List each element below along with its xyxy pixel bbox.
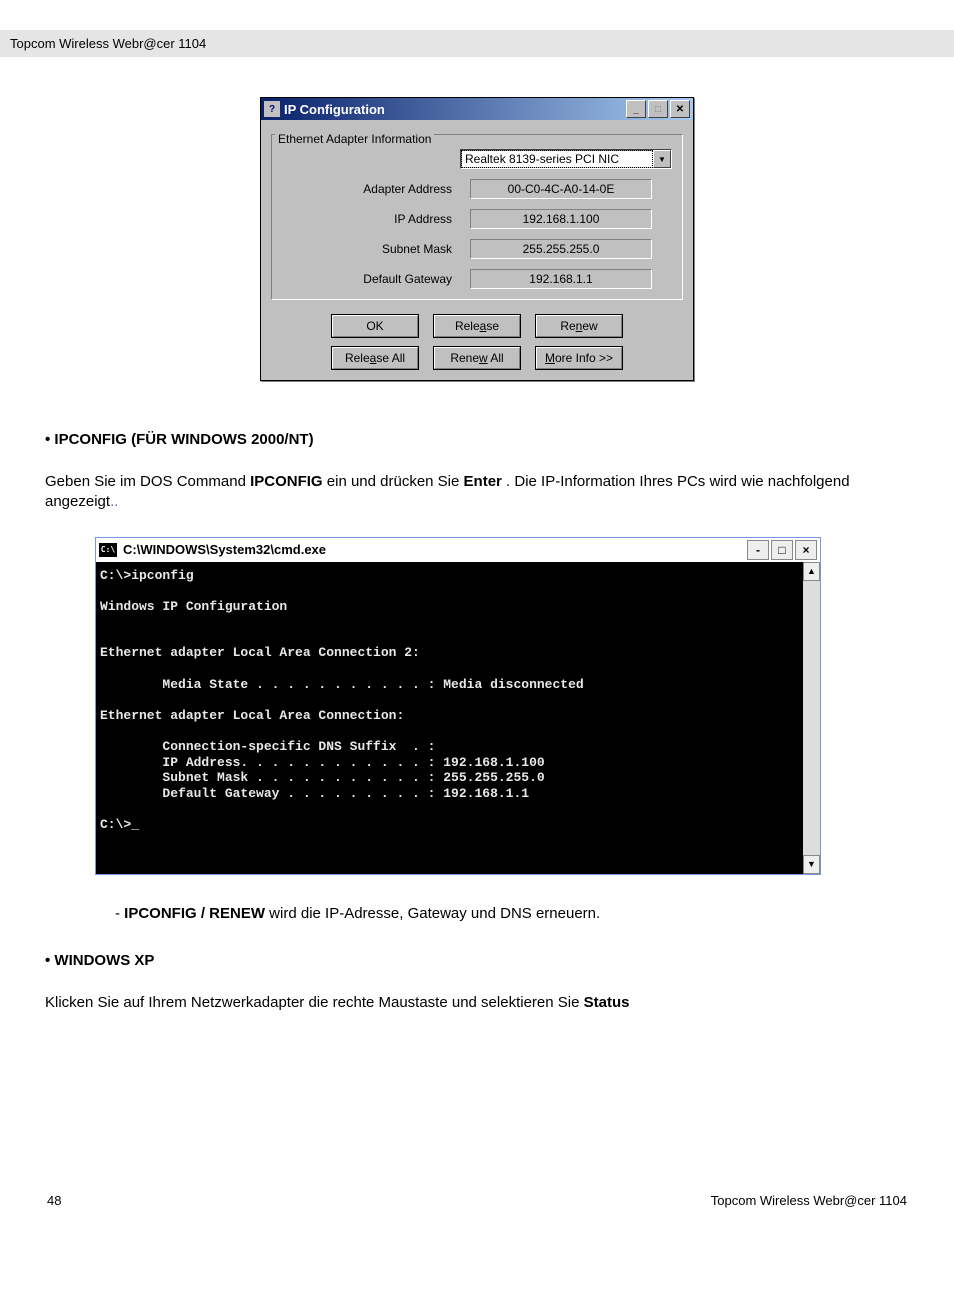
subnet-mask-label: Subnet Mask	[282, 242, 470, 256]
adapter-dropdown-value: Realtek 8139-series PCI NIC	[461, 150, 653, 168]
renew-button[interactable]: Renew	[535, 314, 623, 338]
cmd-title: C:\WINDOWS\System32\cmd.exe	[123, 542, 745, 557]
subnet-mask-value: 255.255.255.0	[470, 239, 652, 259]
header-text: Topcom Wireless Webr@cer 1104	[10, 36, 206, 51]
cmd-icon: C:\	[99, 543, 117, 557]
cmd-minimize-button[interactable]: -	[747, 540, 769, 560]
cmd-output: C:\>ipconfig Windows IP Configuration Et…	[96, 562, 803, 874]
chevron-down-icon[interactable]: ▼	[653, 150, 671, 168]
cmd-window: C:\ C:\WINDOWS\System32\cmd.exe - □ × C:…	[95, 537, 821, 875]
page-footer: 48 Topcom Wireless Webr@cer 1104	[45, 1193, 909, 1208]
cmd-scrollbar[interactable]: ▲ ▼	[803, 562, 820, 874]
section-heading-winxp: • WINDOWS XP	[45, 952, 909, 969]
more-info-button[interactable]: More Info >>	[535, 346, 623, 370]
maximize-button[interactable]: □	[648, 100, 668, 118]
minimize-button[interactable]: _	[626, 100, 646, 118]
adapter-address-label: Adapter Address	[282, 182, 470, 196]
cmd-titlebar: C:\ C:\WINDOWS\System32\cmd.exe - □ ×	[96, 538, 820, 562]
close-button[interactable]: ✕	[670, 100, 690, 118]
cmd-close-button[interactable]: ×	[795, 540, 817, 560]
winxp-description: Klicken Sie auf Ihrem Netzwerkadapter di…	[45, 993, 909, 1013]
ipconfig-description: Geben Sie im DOS Command IPCONFIG ein un…	[45, 472, 909, 513]
ip-address-value: 192.168.1.100	[470, 209, 652, 229]
default-gateway-value: 192.168.1.1	[470, 269, 652, 289]
default-gateway-label: Default Gateway	[282, 272, 470, 286]
document-header: Topcom Wireless Webr@cer 1104	[0, 30, 954, 57]
fieldset-label: Ethernet Adapter Information	[275, 132, 434, 146]
scroll-down-icon[interactable]: ▼	[803, 855, 820, 874]
adapter-dropdown[interactable]: Realtek 8139-series PCI NIC ▼	[460, 149, 672, 169]
ip-configuration-dialog: ? IP Configuration _ □ ✕ Ethernet Adapte…	[260, 97, 694, 381]
help-icon: ?	[264, 101, 280, 117]
adapter-address-value: 00-C0-4C-A0-14-0E	[470, 179, 652, 199]
scroll-up-icon[interactable]: ▲	[803, 562, 820, 581]
renew-note: - IPCONFIG / RENEW wird die IP-Adresse, …	[115, 905, 909, 922]
adapter-fieldset: Realtek 8139-series PCI NIC ▼ Adapter Ad…	[271, 134, 683, 300]
release-all-button[interactable]: Release All	[331, 346, 419, 370]
release-button[interactable]: Release	[433, 314, 521, 338]
renew-all-button[interactable]: Renew All	[433, 346, 521, 370]
page-number: 48	[47, 1193, 61, 1208]
cmd-maximize-button[interactable]: □	[771, 540, 793, 560]
section-heading-ipconfig: • IPCONFIG (FÜR WINDOWS 2000/NT)	[45, 431, 909, 448]
dialog-title: IP Configuration	[284, 102, 624, 117]
ok-button[interactable]: OK	[331, 314, 419, 338]
footer-product: Topcom Wireless Webr@cer 1104	[711, 1193, 907, 1208]
dialog-titlebar: ? IP Configuration _ □ ✕	[261, 98, 693, 120]
ip-address-label: IP Address	[282, 212, 470, 226]
